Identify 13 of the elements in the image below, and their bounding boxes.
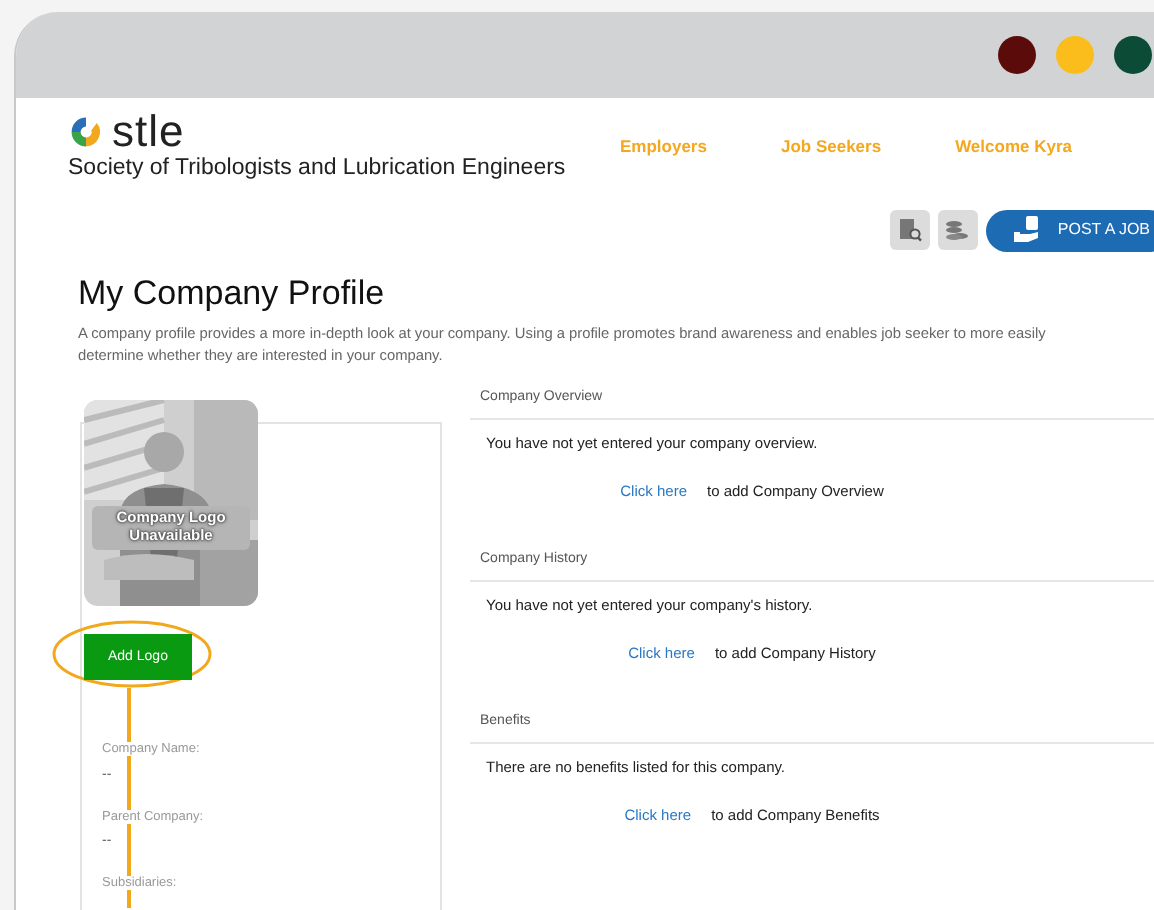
window-control-dot[interactable] — [1114, 36, 1152, 74]
document-search-button[interactable] — [889, 210, 930, 251]
window-control-dot[interactable] — [998, 36, 1036, 74]
page-title: My Company Profile — [78, 273, 387, 315]
hand-document-icon — [1013, 216, 1042, 245]
organization-name: Society of Tribologists and Lubrication Engineers — [68, 156, 566, 182]
coins-button[interactable] — [937, 210, 978, 251]
document-search-icon — [897, 218, 922, 243]
post-job-button[interactable]: POST A JOB — [985, 209, 1154, 252]
window-control-dot[interactable] — [1056, 36, 1094, 74]
logo-icon — [68, 114, 104, 150]
coins-icon — [944, 219, 971, 242]
logo-text: stle — [112, 110, 185, 154]
